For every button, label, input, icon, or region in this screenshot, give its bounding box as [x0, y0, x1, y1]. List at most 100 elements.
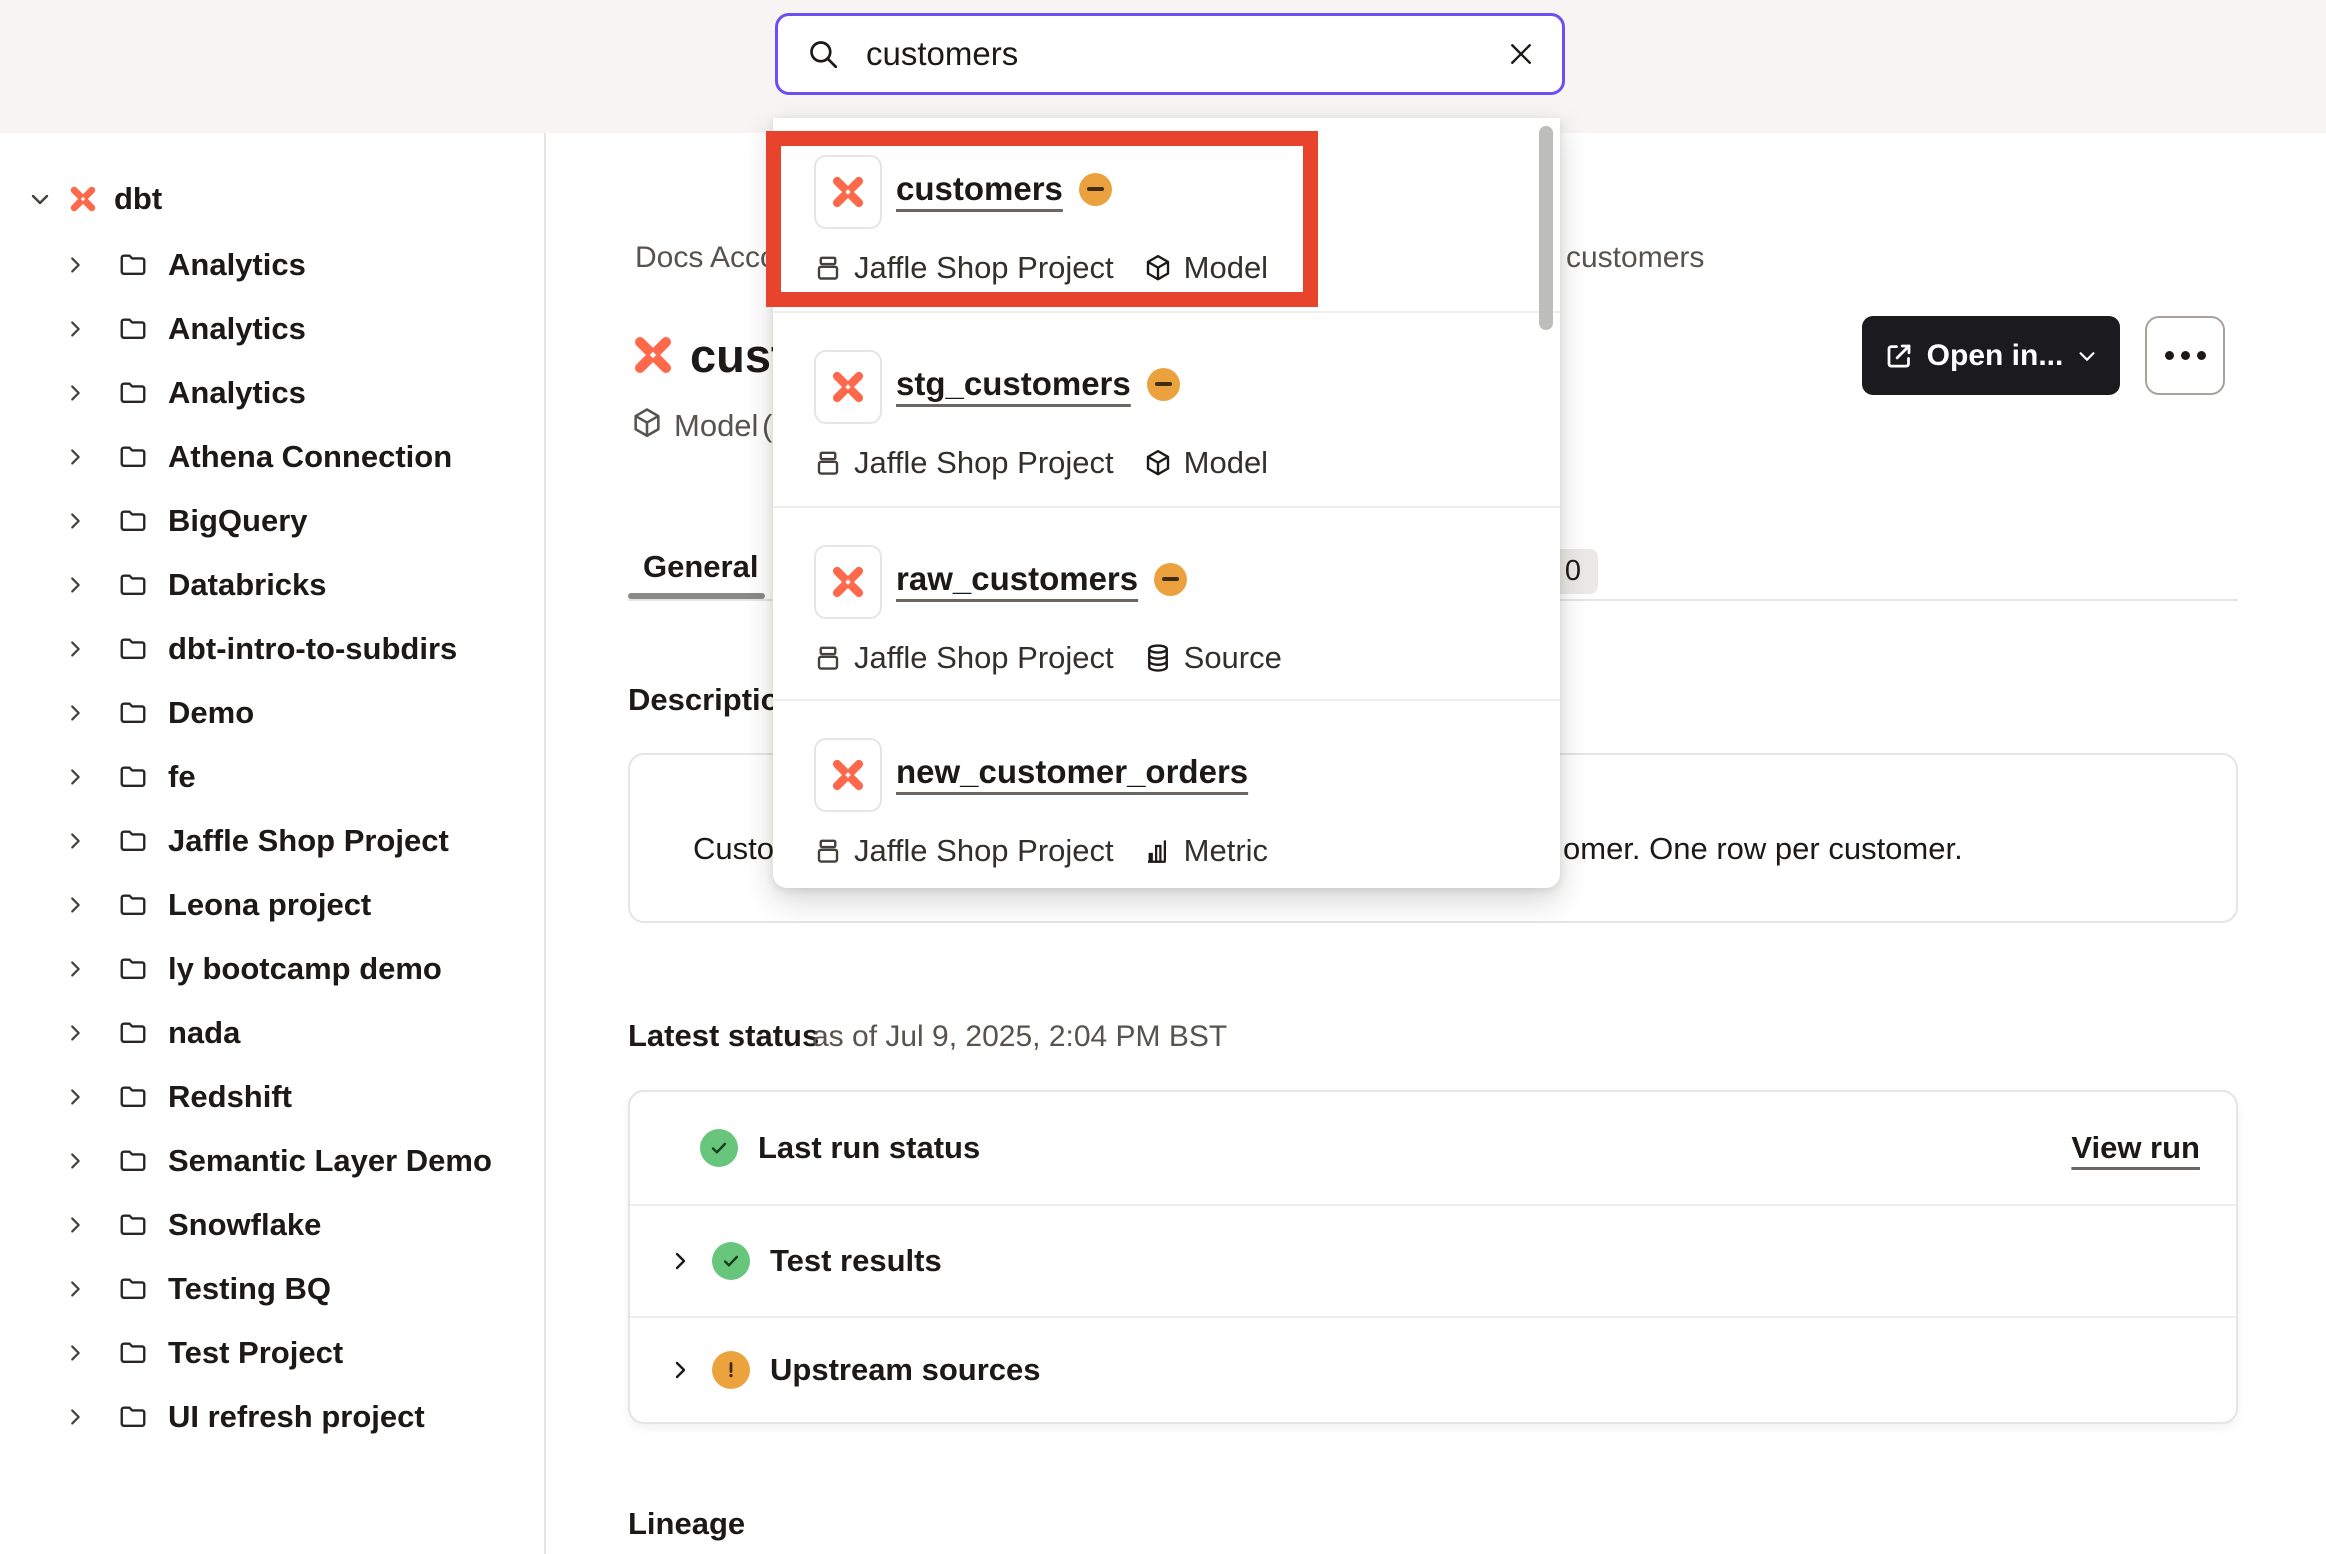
tab-general[interactable]: General: [643, 549, 758, 585]
folder-icon: [118, 954, 148, 984]
test-results-label: Test results: [770, 1243, 942, 1279]
ellipsis-icon: [2165, 351, 2174, 360]
search-result-customers[interactable]: customers Jaffle Shop Project Model: [773, 118, 1560, 313]
project-archive-icon: [813, 643, 843, 673]
sidebar-item-label: Demo: [168, 695, 254, 731]
folder-icon: [118, 698, 148, 728]
chevron-right-icon: [64, 766, 86, 788]
sidebar-item-testing-bq[interactable]: Testing BQ: [0, 1257, 544, 1321]
result-type: Model: [1184, 445, 1268, 481]
project-archive-icon: [813, 836, 843, 866]
sidebar-item-jaffle-shop-project[interactable]: Jaffle Shop Project: [0, 809, 544, 873]
result-name[interactable]: raw_customers: [896, 560, 1138, 598]
breadcrumb-tail: customers: [1566, 241, 1704, 275]
sidebar-item-label: BigQuery: [168, 503, 308, 539]
last-run-status-row: Last run status View run: [630, 1092, 2236, 1204]
result-project: Jaffle Shop Project: [854, 250, 1114, 286]
model-cube-icon: [1143, 253, 1173, 283]
sidebar-item-test-project[interactable]: Test Project: [0, 1321, 544, 1385]
resource-type-label: Model: [674, 408, 758, 444]
chevron-right-icon: [64, 510, 86, 532]
sidebar-item-ly-bootcamp-demo[interactable]: ly bootcamp demo: [0, 937, 544, 1001]
result-name[interactable]: stg_customers: [896, 365, 1131, 403]
sidebar-item-label: ly bootcamp demo: [168, 951, 442, 987]
search-input[interactable]: [864, 34, 1494, 74]
source-database-icon: [1143, 643, 1173, 673]
search-result-raw-customers[interactable]: raw_customers Jaffle Shop Project Source: [773, 508, 1560, 701]
sidebar-item-label: dbt-intro-to-subdirs: [168, 631, 457, 667]
sidebar-item-nada[interactable]: nada: [0, 1001, 544, 1065]
success-check-icon: [712, 1242, 750, 1280]
sidebar-item-fe[interactable]: fe: [0, 745, 544, 809]
search-result-new-customer-orders[interactable]: new_customer_orders Jaffle Shop Project …: [773, 701, 1560, 885]
stale-badge-icon: [1154, 563, 1187, 596]
more-actions-button[interactable]: [2145, 316, 2225, 395]
chevron-right-icon: [64, 1214, 86, 1236]
chevron-right-icon: [64, 1022, 86, 1044]
sidebar-item-label: Analytics: [168, 247, 306, 283]
result-project: Jaffle Shop Project: [854, 833, 1114, 869]
global-search-bar[interactable]: [775, 13, 1565, 95]
stale-badge-icon: [1147, 368, 1180, 401]
search-results-dropdown: customers Jaffle Shop Project Model stg_…: [773, 118, 1560, 888]
chevron-right-icon: [64, 1342, 86, 1364]
result-type: Model: [1184, 250, 1268, 286]
last-run-status-label: Last run status: [758, 1130, 980, 1166]
sidebar-item-ui-refresh-project[interactable]: UI refresh project: [0, 1385, 544, 1449]
folder-icon: [118, 506, 148, 536]
open-in-button[interactable]: Open in...: [1862, 316, 2120, 395]
folder-icon: [118, 314, 148, 344]
chevron-right-icon: [64, 254, 86, 276]
project-archive-icon: [813, 448, 843, 478]
chevron-right-icon: [64, 638, 86, 660]
close-icon[interactable]: [1506, 39, 1536, 69]
sidebar-item-bigquery[interactable]: BigQuery: [0, 489, 544, 553]
upstream-sources-row[interactable]: Upstream sources: [630, 1316, 2236, 1422]
view-run-link[interactable]: View run: [2071, 1130, 2200, 1166]
sidebar-item-leona-project[interactable]: Leona project: [0, 873, 544, 937]
folder-icon: [118, 1274, 148, 1304]
project-tree: dbt Analytics Analytics Analytics Athena…: [0, 165, 544, 1449]
chevron-right-icon: [64, 958, 86, 980]
search-result-stg-customers[interactable]: stg_customers Jaffle Shop Project Model: [773, 313, 1560, 508]
sidebar-item-label: Jaffle Shop Project: [168, 823, 449, 859]
tree-root-dbt[interactable]: dbt: [0, 165, 544, 233]
sidebar-item-demo[interactable]: Demo: [0, 681, 544, 745]
folder-icon: [118, 1210, 148, 1240]
sidebar-item-label: UI refresh project: [168, 1399, 425, 1435]
project-tree-sidebar: dbt Analytics Analytics Analytics Athena…: [0, 133, 546, 1554]
sidebar-item-analytics-1[interactable]: Analytics: [0, 233, 544, 297]
sidebar-item-redshift[interactable]: Redshift: [0, 1065, 544, 1129]
dropdown-scrollbar[interactable]: [1539, 126, 1553, 330]
result-name[interactable]: customers: [896, 170, 1063, 208]
test-results-row[interactable]: Test results: [630, 1204, 2236, 1316]
folder-icon: [118, 1338, 148, 1368]
active-tab-underline: [628, 593, 765, 599]
folder-icon: [118, 890, 148, 920]
sidebar-item-analytics-2[interactable]: Analytics: [0, 297, 544, 361]
description-text: Custo: [693, 831, 774, 867]
result-name[interactable]: new_customer_orders: [896, 753, 1248, 791]
chevron-right-icon: [64, 894, 86, 916]
dbt-logo-icon: [814, 738, 882, 812]
chevron-right-icon: [64, 1086, 86, 1108]
sidebar-item-databricks[interactable]: Databricks: [0, 553, 544, 617]
sidebar-item-analytics-3[interactable]: Analytics: [0, 361, 544, 425]
sidebar-item-semantic-layer-demo[interactable]: Semantic Layer Demo: [0, 1129, 544, 1193]
breadcrumb: Docs Acco: [635, 241, 777, 275]
sidebar-item-athena-connection[interactable]: Athena Connection: [0, 425, 544, 489]
latest-status-card: Last run status View run Test results Up…: [628, 1090, 2238, 1424]
chevron-right-icon: [668, 1249, 692, 1273]
sidebar-item-label: Snowflake: [168, 1207, 321, 1243]
sidebar-item-dbt-intro-to-subdirs[interactable]: dbt-intro-to-subdirs: [0, 617, 544, 681]
folder-icon: [118, 826, 148, 856]
chevron-right-icon: [64, 1150, 86, 1172]
warning-icon: [712, 1351, 750, 1389]
chevron-right-icon: [64, 574, 86, 596]
dbt-logo-icon: [628, 330, 678, 380]
status-timestamp: as of Jul 9, 2025, 2:04 PM BST: [812, 1020, 1227, 1054]
sidebar-item-label: nada: [168, 1015, 240, 1051]
result-project: Jaffle Shop Project: [854, 445, 1114, 481]
description-text-tail: omer. One row per customer.: [1563, 831, 1963, 867]
sidebar-item-snowflake[interactable]: Snowflake: [0, 1193, 544, 1257]
